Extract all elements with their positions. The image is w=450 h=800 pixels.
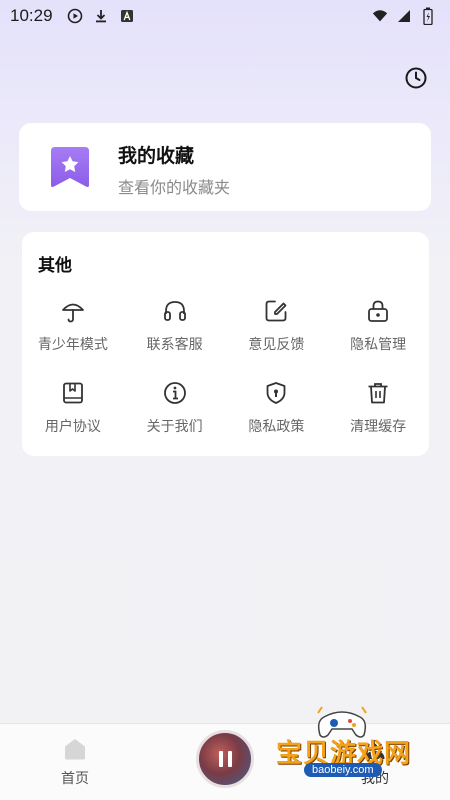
status-icons-left [67,8,135,24]
user-agreement-item[interactable]: 用户协议 [22,380,124,436]
status-bar: 10:29 [0,0,450,32]
other-section-title: 其他 [38,256,72,276]
about-us-label: 关于我们 [146,419,203,435]
contact-service-item[interactable]: 联系客服 [124,298,226,354]
clear-cache-item[interactable]: 清理缓存 [327,380,429,436]
battery-icon [420,7,436,25]
nav-home[interactable]: 首页 [52,736,98,788]
download-icon [93,8,109,24]
a-badge-icon [119,8,135,24]
clock-icon [405,67,427,89]
book-icon [60,380,86,406]
site-watermark: 宝贝游戏网 baobeiy.com [272,705,442,795]
wifi-icon [372,8,388,24]
feedback-item[interactable]: 意见反馈 [226,298,328,354]
pause-icon[interactable] [218,751,232,767]
umbrella-icon [60,298,86,324]
history-clock-button[interactable] [404,66,428,90]
youth-mode-item[interactable]: 青少年模式 [22,298,124,354]
other-section-card: 其他 青少年模式 联系客服 意见反馈 隐私管理 用户协议 关于我们 隐私政策 清… [22,232,429,456]
edit-square-icon [263,298,289,324]
nav-home-label: 首页 [61,771,89,787]
headphones-icon [162,298,188,324]
bookmark-star-icon [49,145,91,189]
contact-service-label: 联系客服 [146,337,203,353]
clear-cache-label: 清理缓存 [350,419,407,435]
privacy-policy-item[interactable]: 隐私政策 [226,380,328,436]
lock-icon [365,298,391,324]
info-icon [162,380,188,406]
trash-icon [365,380,391,406]
about-us-item[interactable]: 关于我们 [124,380,226,436]
feedback-label: 意见反馈 [248,337,305,353]
privacy-management-item[interactable]: 隐私管理 [327,298,429,354]
status-time: 10:29 [10,6,53,25]
privacy-policy-label: 隐私政策 [248,419,305,435]
favorites-card[interactable]: 我的收藏 查看你的收藏夹 [19,123,431,211]
other-grid: 青少年模式 联系客服 意见反馈 隐私管理 用户协议 关于我们 隐私政策 清理缓存 [22,298,429,436]
watermark-url: baobeiy.com [304,763,382,777]
play-circle-icon [67,8,83,24]
favorites-subtitle: 查看你的收藏夹 [118,178,231,197]
favorites-title: 我的收藏 [118,145,195,167]
youth-mode-label: 青少年模式 [37,337,108,353]
privacy-management-label: 隐私管理 [350,337,407,353]
floating-audio-player[interactable] [196,730,254,788]
user-agreement-label: 用户协议 [44,419,101,435]
status-icons-right [372,7,436,25]
shield-icon [263,380,289,406]
home-icon [65,739,85,760]
signal-icon [396,8,412,24]
